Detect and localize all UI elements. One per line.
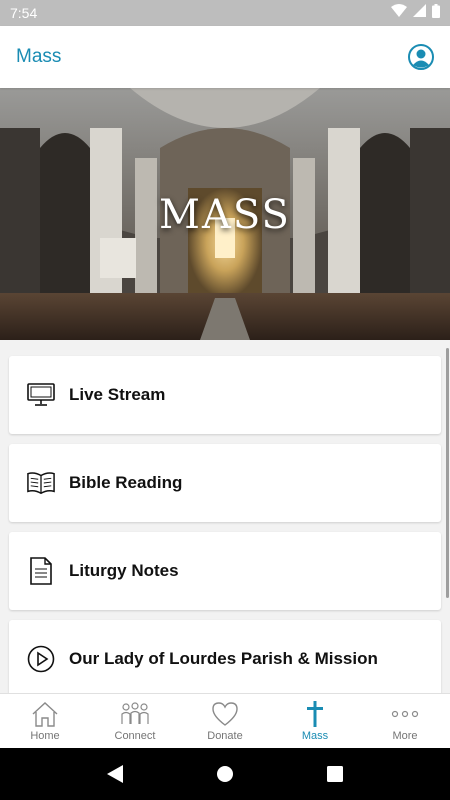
people-icon [120, 700, 150, 728]
card-label: Bible Reading [69, 473, 183, 492]
status-bar: 7:54 [0, 0, 450, 26]
bible-reading-card[interactable]: Bible Reading [9, 444, 441, 522]
card-label: Live Stream [69, 385, 166, 404]
app-bar: Mass [0, 26, 450, 88]
cell-signal-icon [413, 4, 426, 22]
nav-item-donate[interactable]: Donate [180, 694, 270, 748]
nav-label: Mass [301, 730, 329, 742]
battery-icon [432, 3, 440, 23]
mass-menu-list[interactable]: Live Stream Bible Reading Liturgy Notes … [0, 340, 450, 693]
nav-item-mass[interactable]: Mass [270, 694, 360, 748]
home-icon [31, 700, 59, 728]
card-label: Our Lady of Lourdes Parish & Mission [69, 649, 378, 668]
back-triangle-icon [107, 765, 123, 783]
open-book-icon [27, 469, 55, 497]
heart-icon [211, 700, 239, 728]
parish-mission-card[interactable]: Our Lady of Lourdes Parish & Mission [9, 620, 441, 693]
more-dots-icon [391, 700, 419, 728]
status-icons [391, 3, 440, 23]
hero-image: MASS [0, 88, 450, 340]
bottom-nav: Home Connect Donate Mass More [0, 693, 450, 748]
account-circle-icon [408, 44, 434, 70]
liturgy-notes-card[interactable]: Liturgy Notes [9, 532, 441, 610]
cross-icon [305, 700, 325, 728]
card-label: Liturgy Notes [69, 561, 179, 580]
nav-label: Donate [207, 730, 243, 742]
page-title: Mass [16, 46, 62, 67]
nav-item-connect[interactable]: Connect [90, 694, 180, 748]
home-system-button[interactable] [210, 759, 240, 789]
status-time: 7:54 [10, 5, 38, 21]
profile-button[interactable] [408, 44, 434, 70]
home-circle-icon [217, 766, 233, 782]
play-circle-icon [27, 645, 55, 673]
nav-item-more[interactable]: More [360, 694, 450, 748]
back-button[interactable] [100, 759, 130, 789]
wifi-icon [391, 4, 407, 22]
system-nav-bar [0, 748, 450, 800]
hero-title: MASS [159, 192, 291, 238]
nav-label: More [392, 730, 418, 742]
monitor-icon [27, 381, 55, 409]
nav-item-home[interactable]: Home [0, 694, 90, 748]
document-icon [27, 557, 55, 585]
recents-button[interactable] [320, 759, 350, 789]
nav-label: Connect [114, 730, 156, 742]
nav-label: Home [30, 730, 60, 742]
recents-square-icon [327, 766, 343, 782]
scrollbar[interactable] [446, 348, 449, 598]
live-stream-card[interactable]: Live Stream [9, 356, 441, 434]
